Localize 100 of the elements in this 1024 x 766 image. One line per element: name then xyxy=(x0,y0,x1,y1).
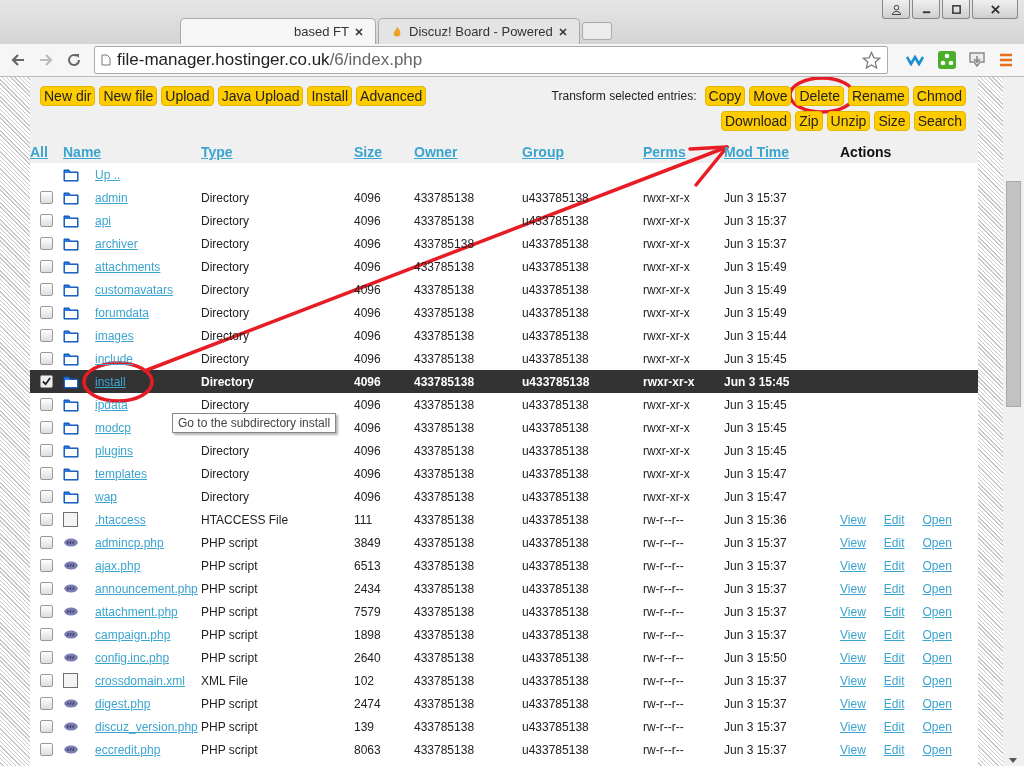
transform-button[interactable]: Chmod xyxy=(912,86,966,106)
file-name-link[interactable]: attachments xyxy=(95,259,201,274)
close-icon[interactable] xyxy=(558,27,567,36)
file-name-link[interactable]: api xyxy=(95,213,201,228)
file-name-link[interactable]: ajax.php xyxy=(95,558,201,573)
action-link[interactable]: Open xyxy=(922,535,952,550)
row-checkbox[interactable] xyxy=(40,329,53,342)
column-header[interactable]: Mod Time xyxy=(724,144,840,160)
action-link[interactable]: Open xyxy=(922,512,952,527)
extension-icon[interactable] xyxy=(938,51,956,69)
row-checkbox[interactable] xyxy=(40,352,53,365)
row-checkbox[interactable] xyxy=(40,605,53,618)
action-link[interactable]: View xyxy=(840,604,866,619)
star-icon[interactable] xyxy=(862,50,881,70)
action-link[interactable]: Edit xyxy=(883,742,905,757)
transform-button[interactable]: Move xyxy=(749,86,792,106)
file-name-link[interactable]: announcement.php xyxy=(95,581,201,596)
action-link[interactable]: Open xyxy=(922,696,952,711)
column-header[interactable]: Owner xyxy=(414,144,522,160)
row-checkbox[interactable] xyxy=(40,467,53,480)
new-tab-button[interactable] xyxy=(581,22,612,40)
transform-button[interactable]: Unzip xyxy=(826,111,871,131)
toolbar-button[interactable]: Java Upload xyxy=(217,86,304,106)
row-checkbox[interactable] xyxy=(40,306,53,319)
file-name-link[interactable]: install xyxy=(95,374,201,389)
row-checkbox[interactable] xyxy=(40,375,53,388)
action-link[interactable]: View xyxy=(840,742,866,757)
action-link[interactable]: Open xyxy=(922,604,952,619)
file-name-link[interactable]: config.inc.php xyxy=(95,650,201,665)
reload-icon[interactable] xyxy=(66,52,82,68)
browser-tab[interactable]: Discuz! Board - Powered xyxy=(378,18,580,44)
action-link[interactable]: View xyxy=(840,719,866,734)
transform-button[interactable]: Size xyxy=(874,111,910,131)
transform-button[interactable]: Rename xyxy=(847,86,909,106)
transform-button[interactable]: Search xyxy=(913,111,966,131)
row-checkbox[interactable] xyxy=(40,191,53,204)
toolbar-button[interactable]: Advanced xyxy=(356,86,427,106)
transform-button[interactable]: Download xyxy=(720,111,792,131)
row-checkbox[interactable] xyxy=(40,513,53,526)
action-link[interactable]: Edit xyxy=(883,650,905,665)
row-checkbox[interactable] xyxy=(40,582,53,595)
transform-button[interactable]: Delete xyxy=(795,86,844,106)
action-link[interactable]: View xyxy=(840,650,866,665)
toolbar-button[interactable]: New file xyxy=(99,86,158,106)
row-checkbox[interactable] xyxy=(40,283,53,296)
action-link[interactable]: View xyxy=(840,581,866,596)
action-link[interactable]: View xyxy=(840,627,866,642)
row-checkbox[interactable] xyxy=(40,697,53,710)
row-checkbox[interactable] xyxy=(40,628,53,641)
wave-icon[interactable] xyxy=(906,54,926,66)
column-header[interactable]: Perms xyxy=(643,144,724,160)
file-name-link[interactable]: eccredit.php xyxy=(95,742,201,757)
row-checkbox[interactable] xyxy=(40,536,53,549)
toolbar-button[interactable]: Upload xyxy=(161,86,214,106)
action-link[interactable]: Edit xyxy=(883,512,905,527)
row-checkbox[interactable] xyxy=(40,260,53,273)
file-name-link[interactable]: ipdata xyxy=(95,397,201,412)
action-link[interactable]: Open xyxy=(922,742,952,757)
browser-tab[interactable]: based FT xyxy=(180,18,376,44)
file-name-link[interactable]: forumdata xyxy=(95,305,201,320)
maximize-icon[interactable] xyxy=(942,0,970,19)
forward-icon[interactable] xyxy=(38,52,54,68)
file-name-link[interactable]: wap xyxy=(95,489,201,504)
action-link[interactable]: View xyxy=(840,696,866,711)
download-icon[interactable] xyxy=(968,51,986,69)
action-link[interactable]: View xyxy=(840,558,866,573)
action-link[interactable]: Open xyxy=(922,673,952,688)
action-link[interactable]: Open xyxy=(922,581,952,596)
action-link[interactable]: Open xyxy=(922,627,952,642)
row-checkbox[interactable] xyxy=(40,237,53,250)
file-name-link[interactable]: crossdomain.xml xyxy=(95,673,201,688)
close-icon[interactable] xyxy=(355,27,363,36)
row-checkbox[interactable] xyxy=(40,490,53,503)
action-link[interactable]: Edit xyxy=(883,719,905,734)
action-link[interactable]: Edit xyxy=(883,558,905,573)
file-name-link[interactable]: customavatars xyxy=(95,282,201,297)
row-checkbox[interactable] xyxy=(40,743,53,756)
file-name-link[interactable]: archiver xyxy=(95,236,201,251)
row-checkbox[interactable] xyxy=(40,421,53,434)
file-name-link[interactable]: admin xyxy=(95,190,201,205)
scroll-down-icon[interactable] xyxy=(1009,758,1017,763)
back-icon[interactable] xyxy=(10,52,26,68)
toolbar-button[interactable]: New dir xyxy=(40,86,96,106)
row-checkbox[interactable] xyxy=(40,444,53,457)
scrollbar-thumb[interactable] xyxy=(1006,181,1021,407)
file-name-link[interactable]: .htaccess xyxy=(95,512,201,527)
file-name-link[interactable]: discuz_version.php xyxy=(95,719,201,734)
row-checkbox[interactable] xyxy=(40,674,53,687)
column-header[interactable]: Group xyxy=(522,144,643,160)
row-checkbox[interactable] xyxy=(40,720,53,733)
action-link[interactable]: Edit xyxy=(883,581,905,596)
file-name-link[interactable]: include xyxy=(95,351,201,366)
file-name-link[interactable]: templates xyxy=(95,466,201,481)
action-link[interactable]: View xyxy=(840,512,866,527)
close-icon[interactable] xyxy=(972,0,1018,19)
action-link[interactable]: Edit xyxy=(883,696,905,711)
action-link[interactable]: Edit xyxy=(883,673,905,688)
user-icon[interactable] xyxy=(882,0,910,19)
toolbar-button[interactable]: Install xyxy=(307,86,353,106)
select-all-link[interactable]: All xyxy=(30,144,63,160)
